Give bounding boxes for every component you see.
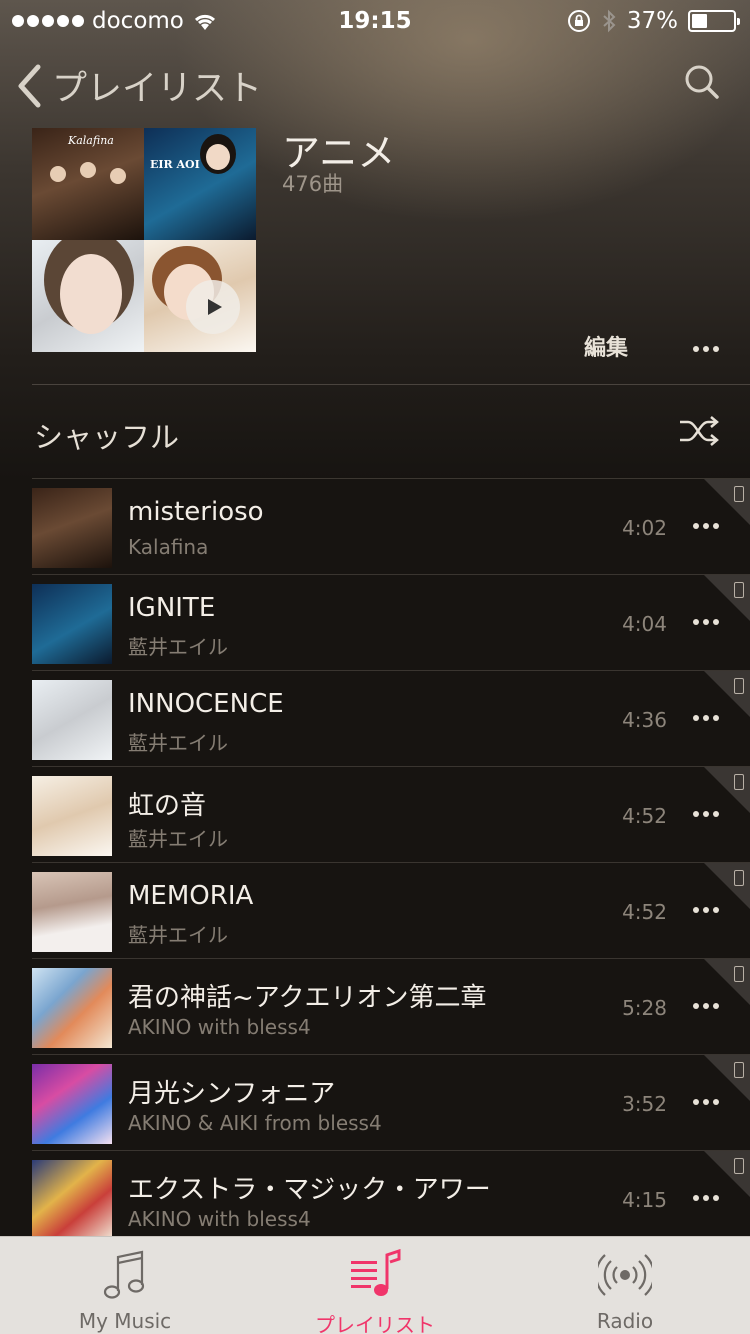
- device-icon: [734, 870, 744, 886]
- artwork-tile-ignite: EIR AOI: [144, 128, 256, 240]
- album-art: [32, 872, 112, 952]
- more-icon[interactable]: [692, 618, 720, 626]
- chevron-left-icon: [18, 64, 41, 107]
- more-icon[interactable]: [692, 1194, 720, 1202]
- song-artist: 藍井エイル: [128, 923, 228, 947]
- song-row[interactable]: 虹の音 藍井エイル 4:52: [32, 767, 750, 863]
- song-duration: 4:52: [622, 900, 667, 924]
- back-label: プレイリスト: [52, 69, 263, 109]
- song-artist: AKINO with bless4: [128, 1207, 311, 1231]
- song-duration: 4:04: [622, 612, 667, 636]
- song-duration: 4:02: [622, 516, 667, 540]
- song-row[interactable]: INNOCENCE 藍井エイル 4:36: [32, 671, 750, 767]
- shuffle-row[interactable]: シャッフル: [0, 386, 750, 478]
- search-icon: [685, 65, 719, 99]
- song-duration: 4:15: [622, 1188, 667, 1212]
- album-art: [32, 1160, 112, 1240]
- song-count: 476曲: [282, 172, 344, 196]
- song-duration: 3:52: [622, 1092, 667, 1116]
- search-button[interactable]: [684, 64, 720, 104]
- album-art: [32, 776, 112, 856]
- device-icon: [734, 1062, 744, 1078]
- song-row[interactable]: エクストラ・マジック・アワー AKINO with bless4 4:15: [32, 1151, 750, 1247]
- rotation-lock-icon: [567, 10, 590, 32]
- music-note-icon: [103, 1250, 145, 1299]
- album-art: [32, 680, 112, 760]
- bluetooth-icon: [603, 9, 616, 33]
- artwork-tile-kalafina: Kalafina: [32, 128, 144, 240]
- more-icon[interactable]: [692, 1098, 720, 1106]
- song-row[interactable]: misterioso Kalafina 4:02: [32, 479, 750, 575]
- device-icon: [734, 486, 744, 502]
- radio-icon: [598, 1254, 652, 1296]
- song-duration: 4:36: [622, 708, 667, 732]
- shuffle-icon: [680, 416, 719, 446]
- more-icon[interactable]: [692, 810, 720, 818]
- device-icon: [734, 1158, 744, 1174]
- artwork-tile-innocence: [32, 240, 144, 352]
- song-row[interactable]: 月光シンフォニア AKINO & AIKI from bless4 3:52: [32, 1055, 750, 1151]
- song-title: エクストラ・マジック・アワー: [128, 1175, 491, 1205]
- battery-icon: [688, 10, 740, 32]
- tab-label: My Music: [78, 1309, 172, 1333]
- more-icon[interactable]: [692, 714, 720, 722]
- album-art: [32, 584, 112, 664]
- device-icon: [734, 774, 744, 790]
- song-title: 虹の音: [128, 791, 207, 821]
- song-duration: 5:28: [622, 996, 667, 1020]
- tab-my-music[interactable]: My Music: [0, 1237, 250, 1334]
- status-bar: docomo 19:15 37%: [0, 0, 750, 40]
- song-title: IGNITE: [128, 593, 216, 623]
- device-icon: [734, 678, 744, 694]
- song-title: misterioso: [128, 497, 264, 527]
- album-art: [32, 1064, 112, 1144]
- tab-label: Radio: [596, 1309, 654, 1333]
- song-list: misterioso Kalafina 4:02 IGNITE 藍井エイル 4:…: [0, 479, 750, 1247]
- album-art: [32, 488, 112, 568]
- status-right: 37%: [567, 8, 740, 34]
- album-art: [32, 968, 112, 1048]
- battery-percent: 37%: [626, 8, 678, 34]
- edit-button[interactable]: 編集: [584, 330, 628, 362]
- playlist-more-button[interactable]: [692, 338, 720, 357]
- song-artist: 藍井エイル: [128, 635, 228, 659]
- more-icon[interactable]: [692, 522, 720, 530]
- tab-label: プレイリスト: [315, 1313, 435, 1334]
- song-title: MEMORIA: [128, 881, 254, 911]
- song-artist: 藍井エイル: [128, 731, 228, 755]
- device-icon: [734, 966, 744, 982]
- play-icon: [207, 299, 222, 315]
- tab-bar: My Music プレイリスト Radio: [0, 1236, 750, 1334]
- song-title: INNOCENCE: [128, 689, 284, 719]
- more-icon: [693, 346, 719, 352]
- song-row[interactable]: MEMORIA 藍井エイル 4:52: [32, 863, 750, 959]
- tab-playlists[interactable]: プレイリスト: [250, 1237, 500, 1334]
- header-divider: [32, 384, 750, 385]
- song-artist: AKINO with bless4: [128, 1015, 311, 1039]
- song-title: 月光シンフォニア: [128, 1079, 336, 1109]
- playlist-icon: [351, 1249, 401, 1296]
- song-artist: 藍井エイル: [128, 827, 228, 851]
- song-row[interactable]: IGNITE 藍井エイル 4:04: [32, 575, 750, 671]
- song-row[interactable]: 君の神話~アクエリオン第二章 AKINO with bless4 5:28: [32, 959, 750, 1055]
- shuffle-label: シャッフル: [34, 420, 180, 454]
- song-artist: AKINO & AIKI from bless4: [128, 1111, 382, 1135]
- song-duration: 4:52: [622, 804, 667, 828]
- song-artist: Kalafina: [128, 535, 209, 559]
- back-button[interactable]: プレイリスト: [16, 60, 262, 111]
- more-icon[interactable]: [692, 906, 720, 914]
- more-icon[interactable]: [692, 1002, 720, 1010]
- song-title: 君の神話~アクエリオン第二章: [128, 983, 487, 1013]
- tab-radio[interactable]: Radio: [500, 1237, 750, 1334]
- play-button[interactable]: [186, 280, 240, 334]
- device-icon: [734, 582, 744, 598]
